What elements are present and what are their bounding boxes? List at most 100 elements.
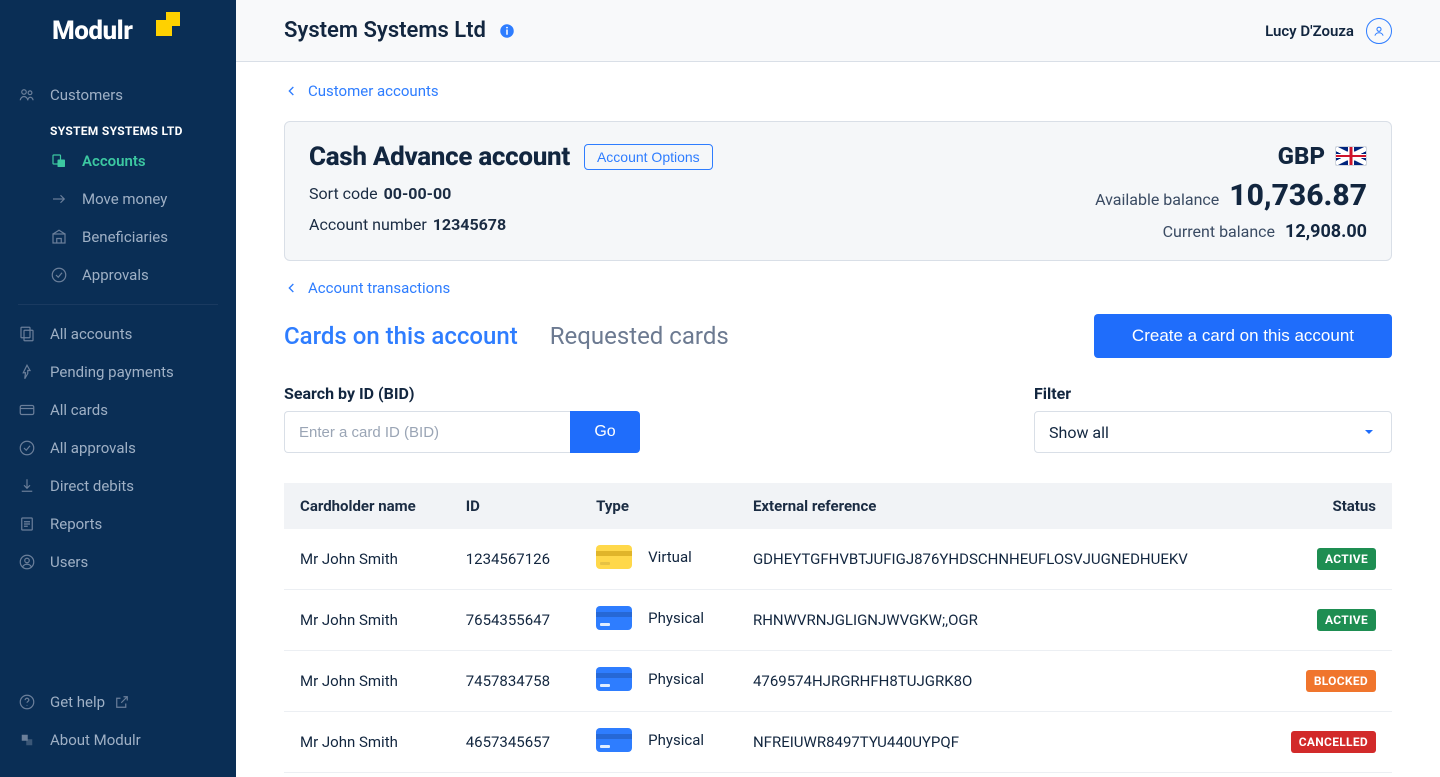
account-number-label: Account number bbox=[309, 215, 427, 234]
cell-status: CANCELLED bbox=[1261, 712, 1392, 773]
sidebar-item-reports[interactable]: Reports bbox=[0, 505, 236, 543]
sidebar-item-all-cards[interactable]: All cards bbox=[0, 391, 236, 429]
cell-type: Physical bbox=[580, 712, 737, 773]
search-input[interactable] bbox=[284, 411, 570, 453]
cell-cardholder: Mr John Smith bbox=[284, 773, 450, 777]
help-icon bbox=[18, 693, 36, 711]
back-link-label: Customer accounts bbox=[308, 82, 439, 100]
table-row[interactable]: Mr John Smith7457834758Physical4769574HJ… bbox=[284, 651, 1392, 712]
back-account-transactions[interactable]: Account transactions bbox=[284, 279, 450, 297]
sidebar-item-label: About Modulr bbox=[50, 731, 141, 749]
sidebar-item-label: Beneficiaries bbox=[82, 228, 168, 246]
status-badge: ACTIVE bbox=[1317, 609, 1376, 631]
sort-code-label: Sort code bbox=[309, 184, 378, 203]
cell-status: EXPIRED bbox=[1261, 773, 1392, 777]
sidebar-item-label: All accounts bbox=[50, 325, 132, 343]
all-accounts-icon bbox=[18, 325, 36, 343]
cell-cardholder: Mr John Smith bbox=[284, 712, 450, 773]
sidebar-item-all-approvals[interactable]: All approvals bbox=[0, 429, 236, 467]
cell-type: Physical bbox=[580, 590, 737, 651]
user-name: Lucy D'Zouza bbox=[1265, 22, 1354, 40]
sidebar-item-all-accounts[interactable]: All accounts bbox=[0, 315, 236, 353]
pending-payments-icon bbox=[18, 363, 36, 381]
sidebar-item-users[interactable]: Users bbox=[0, 543, 236, 581]
cards-table: Cardholder name ID Type External referen… bbox=[284, 483, 1392, 777]
sidebar-nav: Customers SYSTEM SYSTEMS LTD Accounts Mo… bbox=[0, 62, 236, 673]
available-balance-label: Available balance bbox=[1095, 190, 1219, 209]
cell-external-ref: RHNWVRNJGLIGNJWVGKW;,OGR bbox=[737, 590, 1261, 651]
table-row[interactable]: Mr John Smith1234567126VirtualGDHEYTGFHV… bbox=[284, 529, 1392, 590]
customers-icon bbox=[18, 86, 36, 104]
search-go-button[interactable]: Go bbox=[570, 411, 640, 453]
sidebar-item-customers[interactable]: Customers bbox=[0, 76, 236, 114]
sidebar-item-label: Reports bbox=[50, 515, 102, 533]
sidebar-item-get-help[interactable]: Get help bbox=[0, 683, 236, 721]
transactions-link-label: Account transactions bbox=[308, 279, 450, 297]
flag-gb-icon bbox=[1335, 146, 1367, 166]
tab-requested-cards[interactable]: Requested cards bbox=[550, 322, 729, 350]
table-row[interactable]: Mr John Smith4657345657PhysicalNFREIUWR8… bbox=[284, 712, 1392, 773]
cell-external-ref: GDHEYTGFHVBTJUFIGJ876YHDSCHNHEUFLOSVJUGN… bbox=[737, 529, 1261, 590]
cell-type: Virtual bbox=[580, 529, 737, 590]
filter-select[interactable]: Show all bbox=[1034, 411, 1392, 453]
current-balance-label: Current balance bbox=[1163, 222, 1275, 241]
about-icon bbox=[18, 731, 36, 749]
sidebar-item-label: Customers bbox=[50, 86, 123, 104]
cell-id: 7457834758 bbox=[450, 651, 580, 712]
cell-id: 1234567126 bbox=[450, 529, 580, 590]
brand-text: Modulr bbox=[52, 16, 132, 46]
cell-cardholder: Mr John Smith bbox=[284, 529, 450, 590]
sidebar-item-about[interactable]: About Modulr bbox=[0, 721, 236, 759]
current-balance-value: 12,908.00 bbox=[1285, 221, 1367, 242]
info-icon[interactable] bbox=[498, 22, 516, 40]
company-title: System Systems Ltd bbox=[284, 18, 486, 43]
table-row[interactable]: Mr John Smith7654355647PhysicalRHNWVRNJG… bbox=[284, 590, 1392, 651]
sidebar-item-direct-debits[interactable]: Direct debits bbox=[0, 467, 236, 505]
sidebar-item-label: Users bbox=[50, 553, 88, 571]
status-badge: ACTIVE bbox=[1317, 548, 1376, 570]
create-card-button[interactable]: Create a card on this account bbox=[1094, 314, 1392, 358]
header-user[interactable]: Lucy D'Zouza bbox=[1265, 18, 1392, 44]
tab-cards-on-account[interactable]: Cards on this account bbox=[284, 322, 518, 350]
col-type: Type bbox=[580, 483, 737, 529]
approvals-icon bbox=[50, 266, 68, 284]
sidebar-divider bbox=[18, 304, 218, 305]
reports-icon bbox=[18, 515, 36, 533]
cell-type: Physical bbox=[580, 651, 737, 712]
card-physical-icon bbox=[596, 667, 632, 691]
sidebar-item-pending-payments[interactable]: Pending payments bbox=[0, 353, 236, 391]
filter-label: Filter bbox=[1034, 384, 1392, 403]
currency-code: GBP bbox=[1278, 142, 1325, 170]
sidebar-context-heading: SYSTEM SYSTEMS LTD bbox=[0, 114, 236, 142]
main-content: Customer accounts Cash Advance account A… bbox=[236, 62, 1440, 777]
sort-code-value: 00-00-00 bbox=[384, 184, 452, 203]
table-row[interactable]: Mr John Smith4657345657PhysicalHFRU6T876… bbox=[284, 773, 1392, 777]
col-external-ref: External reference bbox=[737, 483, 1261, 529]
users-icon bbox=[18, 553, 36, 571]
sidebar-item-label: Pending payments bbox=[50, 363, 174, 381]
sidebar-footer: Get help About Modulr bbox=[0, 673, 236, 777]
account-options-button[interactable]: Account Options bbox=[584, 144, 713, 170]
sidebar-item-move-money[interactable]: Move money bbox=[0, 180, 236, 218]
cell-external-ref: 4769574HJRGRHFH8TUJGRK8O bbox=[737, 651, 1261, 712]
col-status: Status bbox=[1261, 483, 1392, 529]
sidebar-item-label: Get help bbox=[50, 693, 105, 711]
direct-debits-icon bbox=[18, 477, 36, 495]
top-header: System Systems Ltd Lucy D'Zouza bbox=[236, 0, 1440, 62]
search-label: Search by ID (BID) bbox=[284, 384, 640, 403]
filters-row: Search by ID (BID) Go Filter Show all bbox=[284, 384, 1392, 453]
account-number-value: 12345678 bbox=[433, 215, 506, 234]
sidebar-item-approvals[interactable]: Approvals bbox=[0, 256, 236, 294]
all-approvals-icon bbox=[18, 439, 36, 457]
card-physical-icon bbox=[596, 728, 632, 752]
sidebar-item-beneficiaries[interactable]: Beneficiaries bbox=[0, 218, 236, 256]
filter-selected-value: Show all bbox=[1049, 423, 1109, 442]
external-link-icon bbox=[113, 693, 131, 711]
cell-type: Physical bbox=[580, 773, 737, 777]
beneficiaries-icon bbox=[50, 228, 68, 246]
status-badge: BLOCKED bbox=[1306, 670, 1376, 692]
back-customer-accounts[interactable]: Customer accounts bbox=[284, 82, 439, 100]
brand-logo: Modulr bbox=[0, 0, 236, 62]
sidebar-item-accounts[interactable]: Accounts bbox=[0, 142, 236, 180]
chevron-down-icon bbox=[1361, 424, 1377, 440]
